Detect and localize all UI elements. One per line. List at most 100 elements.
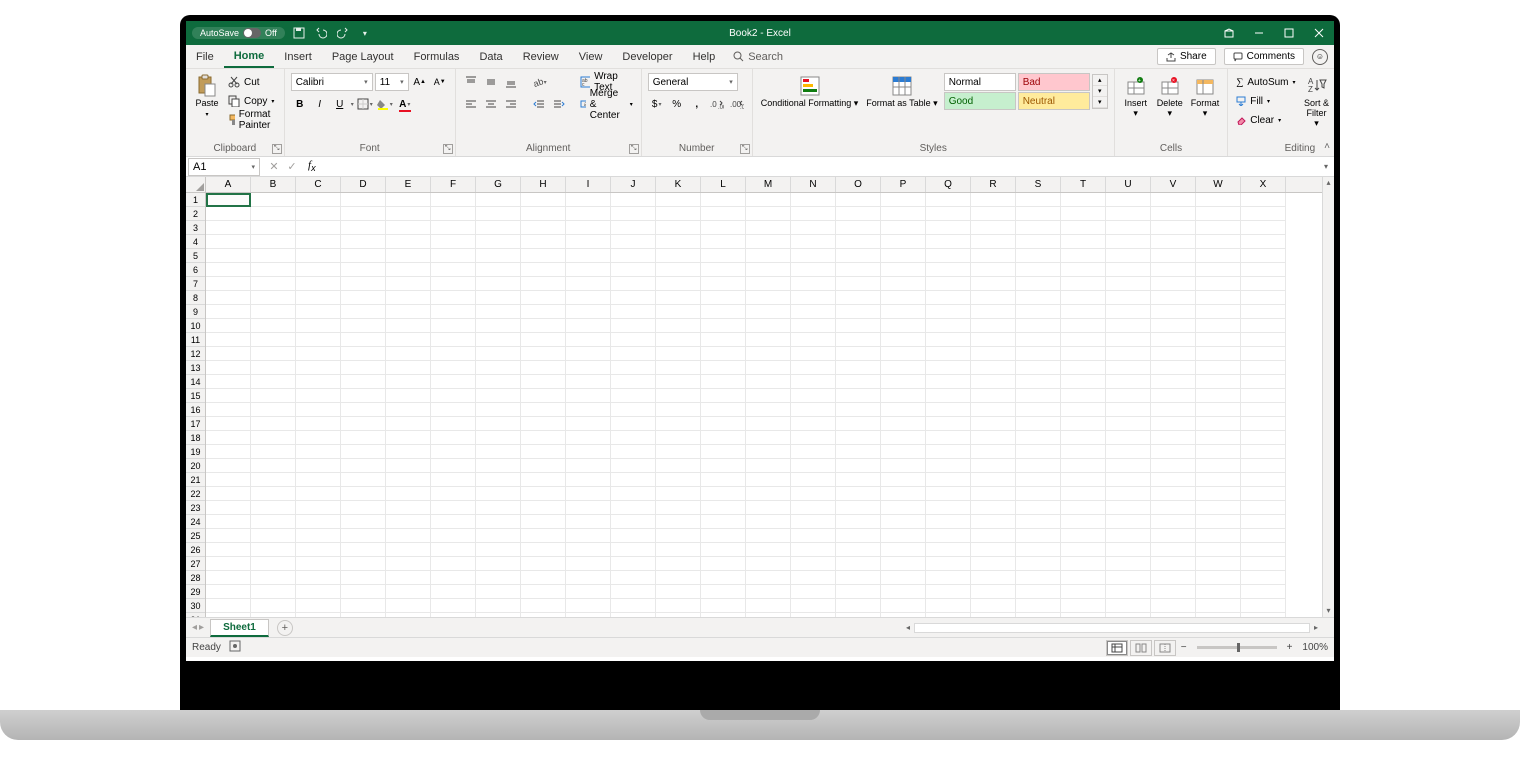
enter-formula-icon[interactable]: ✓ bbox=[284, 160, 300, 173]
cell[interactable] bbox=[881, 333, 926, 347]
cell[interactable] bbox=[656, 543, 701, 557]
cell[interactable] bbox=[1061, 207, 1106, 221]
cell[interactable] bbox=[386, 515, 431, 529]
cell[interactable] bbox=[431, 277, 476, 291]
cell[interactable] bbox=[746, 291, 791, 305]
scroll-left-icon[interactable]: ◂ bbox=[902, 623, 914, 632]
cell[interactable] bbox=[431, 347, 476, 361]
cell[interactable] bbox=[701, 361, 746, 375]
cell[interactable] bbox=[926, 529, 971, 543]
cell[interactable] bbox=[1061, 459, 1106, 473]
cell[interactable] bbox=[836, 515, 881, 529]
cell[interactable] bbox=[476, 487, 521, 501]
tab-insert[interactable]: Insert bbox=[274, 45, 322, 68]
cell[interactable] bbox=[611, 417, 656, 431]
cell[interactable] bbox=[206, 459, 251, 473]
cell[interactable] bbox=[521, 277, 566, 291]
cell[interactable] bbox=[836, 361, 881, 375]
cell[interactable] bbox=[1151, 375, 1196, 389]
column-header[interactable]: T bbox=[1061, 177, 1106, 192]
cancel-formula-icon[interactable]: ✕ bbox=[266, 160, 282, 173]
cell[interactable] bbox=[1151, 221, 1196, 235]
cell[interactable] bbox=[296, 333, 341, 347]
cell[interactable] bbox=[1061, 333, 1106, 347]
row-header[interactable]: 11 bbox=[186, 333, 205, 347]
cell[interactable] bbox=[611, 291, 656, 305]
cell[interactable] bbox=[881, 277, 926, 291]
cell[interactable] bbox=[926, 193, 971, 207]
scroll-up-icon[interactable]: ▴ bbox=[1323, 177, 1334, 189]
cell[interactable] bbox=[1061, 585, 1106, 599]
close-icon[interactable] bbox=[1304, 21, 1334, 45]
cell[interactable] bbox=[1241, 403, 1286, 417]
cell[interactable] bbox=[251, 347, 296, 361]
cell[interactable] bbox=[1241, 529, 1286, 543]
cell[interactable] bbox=[746, 249, 791, 263]
cell[interactable] bbox=[476, 543, 521, 557]
cell[interactable] bbox=[881, 487, 926, 501]
cell[interactable] bbox=[746, 375, 791, 389]
cell[interactable] bbox=[791, 375, 836, 389]
cell[interactable] bbox=[836, 333, 881, 347]
cell[interactable] bbox=[521, 375, 566, 389]
cell[interactable] bbox=[656, 557, 701, 571]
cell[interactable] bbox=[206, 263, 251, 277]
cell[interactable] bbox=[971, 487, 1016, 501]
cell[interactable] bbox=[566, 291, 611, 305]
cell[interactable] bbox=[1196, 375, 1241, 389]
cell[interactable] bbox=[476, 235, 521, 249]
cell[interactable] bbox=[611, 193, 656, 207]
cell[interactable] bbox=[1016, 375, 1061, 389]
format-as-table-button[interactable]: Format as Table ▾ bbox=[864, 73, 939, 111]
cell[interactable] bbox=[251, 487, 296, 501]
cell[interactable] bbox=[1016, 571, 1061, 585]
cell[interactable] bbox=[341, 193, 386, 207]
cell[interactable] bbox=[1241, 431, 1286, 445]
cell[interactable] bbox=[1241, 207, 1286, 221]
cell[interactable] bbox=[206, 375, 251, 389]
cell[interactable] bbox=[971, 431, 1016, 445]
cell[interactable] bbox=[251, 235, 296, 249]
cell[interactable] bbox=[611, 571, 656, 585]
save-icon[interactable] bbox=[291, 25, 307, 41]
comma-format-icon[interactable]: , bbox=[688, 95, 706, 113]
cell[interactable] bbox=[386, 375, 431, 389]
cell[interactable] bbox=[386, 221, 431, 235]
cell[interactable] bbox=[341, 403, 386, 417]
cell[interactable] bbox=[341, 417, 386, 431]
cell[interactable] bbox=[611, 501, 656, 515]
cell[interactable] bbox=[1106, 221, 1151, 235]
cell[interactable] bbox=[701, 585, 746, 599]
tell-me-search[interactable]: Search bbox=[725, 51, 791, 63]
cell[interactable] bbox=[926, 221, 971, 235]
cell[interactable] bbox=[611, 557, 656, 571]
cell[interactable] bbox=[206, 403, 251, 417]
cell[interactable] bbox=[1196, 599, 1241, 613]
cell[interactable] bbox=[206, 571, 251, 585]
cell[interactable] bbox=[1151, 249, 1196, 263]
cell[interactable] bbox=[251, 543, 296, 557]
qat-customize-icon[interactable]: ▾ bbox=[357, 25, 373, 41]
cell[interactable] bbox=[476, 389, 521, 403]
cell[interactable] bbox=[296, 319, 341, 333]
cell[interactable] bbox=[341, 473, 386, 487]
cell[interactable] bbox=[1016, 249, 1061, 263]
cell[interactable] bbox=[611, 529, 656, 543]
cell[interactable] bbox=[341, 585, 386, 599]
cell[interactable] bbox=[521, 431, 566, 445]
column-header[interactable]: D bbox=[341, 177, 386, 192]
row-header[interactable]: 30 bbox=[186, 599, 205, 613]
cell[interactable] bbox=[1196, 263, 1241, 277]
cell[interactable] bbox=[1196, 193, 1241, 207]
cell[interactable] bbox=[881, 375, 926, 389]
cell[interactable] bbox=[971, 207, 1016, 221]
cell[interactable] bbox=[521, 501, 566, 515]
cell[interactable] bbox=[836, 431, 881, 445]
comments-button[interactable]: Comments bbox=[1224, 48, 1304, 65]
sheet-nav-next-icon[interactable]: ▸ bbox=[199, 622, 204, 633]
cell[interactable] bbox=[1151, 515, 1196, 529]
cell[interactable] bbox=[431, 403, 476, 417]
cell[interactable] bbox=[431, 543, 476, 557]
cell[interactable] bbox=[566, 417, 611, 431]
cell[interactable] bbox=[476, 417, 521, 431]
